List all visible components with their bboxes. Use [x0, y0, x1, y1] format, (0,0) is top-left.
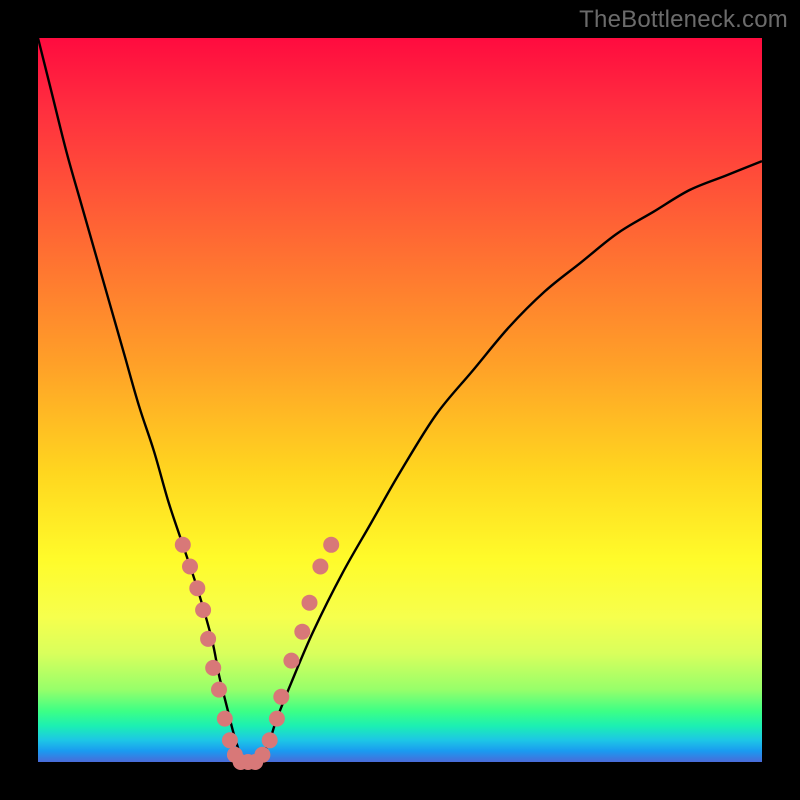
marker-dot: [200, 631, 216, 647]
curve-layer: [38, 38, 762, 762]
chart-frame: TheBottleneck.com: [0, 0, 800, 800]
marker-dot: [217, 711, 233, 727]
marker-dot: [269, 711, 285, 727]
marker-dot: [323, 537, 339, 553]
marker-dot: [273, 689, 289, 705]
watermark-label: TheBottleneck.com: [579, 6, 788, 34]
marker-dot: [262, 732, 278, 748]
marker-dot: [302, 595, 318, 611]
marker-dot: [211, 682, 227, 698]
marker-dot: [312, 559, 328, 575]
marker-dot: [205, 660, 221, 676]
marker-dot: [175, 537, 191, 553]
curve-left: [38, 38, 248, 762]
marker-dot: [222, 732, 238, 748]
plot-area: [38, 38, 762, 762]
curve-right: [248, 161, 762, 762]
marker-dot: [294, 624, 310, 640]
marker-dot: [283, 653, 299, 669]
marker-dot: [254, 747, 270, 763]
valley-markers: [175, 537, 339, 770]
marker-dot: [195, 602, 211, 618]
marker-dot: [189, 580, 205, 596]
marker-dot: [182, 559, 198, 575]
